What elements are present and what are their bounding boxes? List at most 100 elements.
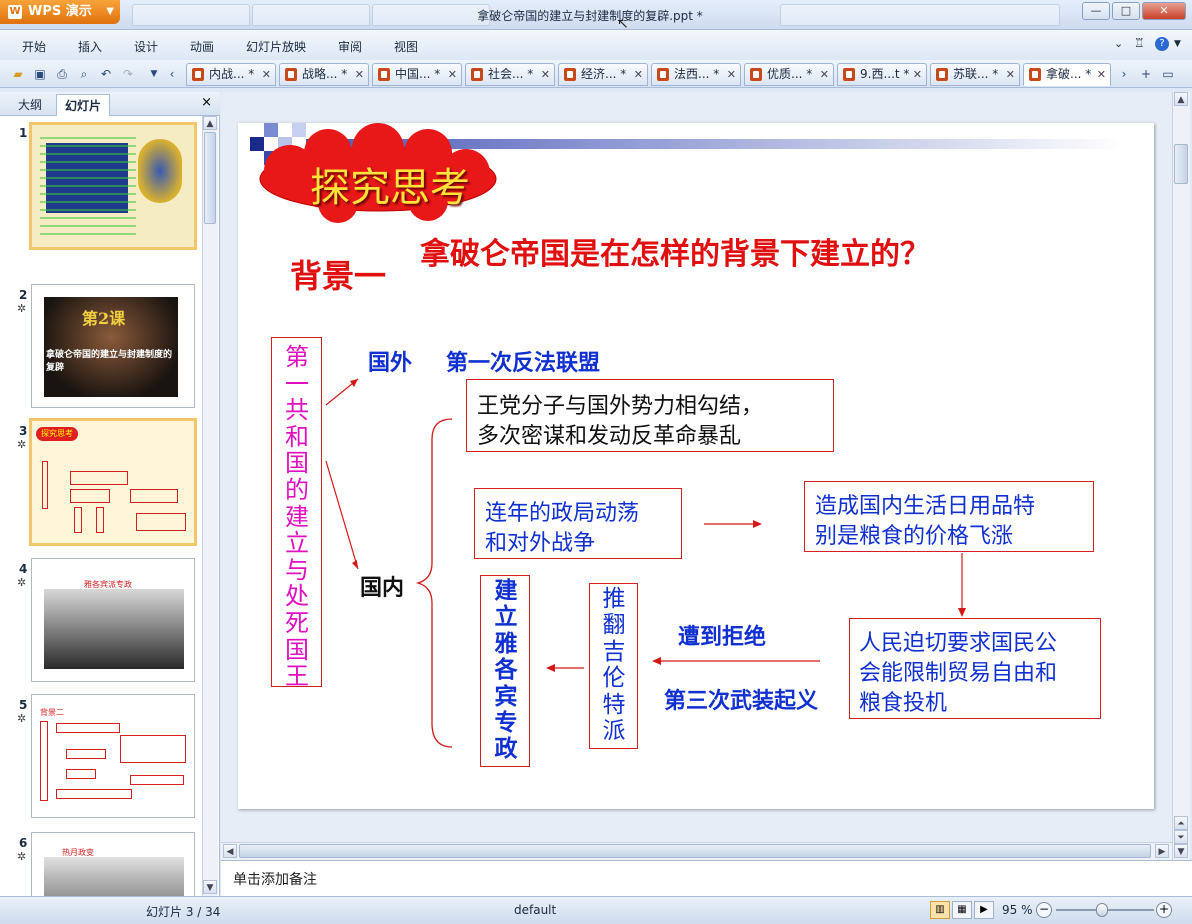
slide-thumbnail-1[interactable] (29, 122, 197, 250)
doc-tab[interactable]: 内战... * ✕ (186, 63, 276, 86)
redo-icon[interactable]: ↷ (120, 66, 136, 82)
print-icon[interactable]: ⎙ (54, 66, 70, 82)
menu-animation[interactable]: 动画 (190, 38, 214, 55)
banner-title: 探究思考 (310, 165, 470, 211)
slide-thumbnail-3[interactable]: 探究思考 (29, 418, 197, 546)
next-slide-icon[interactable]: ⏷ (1174, 830, 1188, 844)
republic-box: 第一共和国的建立与处死国王 (271, 337, 322, 689)
close-tab-icon[interactable]: ✕ (913, 64, 922, 85)
box-text: 推翻吉伦特派 (602, 586, 626, 745)
doc-tab[interactable]: 经济... * ✕ (558, 63, 648, 86)
scroll-thumb[interactable] (239, 844, 1151, 858)
thumb-number: 4 (19, 562, 28, 576)
close-window-button[interactable]: ✕ (1142, 2, 1186, 20)
maximize-button[interactable]: □ (1112, 2, 1140, 20)
doc-tab-active[interactable]: 拿破... * ✕ (1023, 63, 1111, 86)
close-tab-icon[interactable]: ✕ (448, 64, 457, 85)
thumb-number: 5 (19, 698, 28, 712)
doc-tab[interactable]: 9.西...t * ✕ (837, 63, 927, 86)
notes-pane[interactable]: 单击添加备注 (221, 860, 1192, 896)
menu-insert[interactable]: 插入 (78, 38, 102, 55)
skin-icon[interactable]: ♖ (1134, 36, 1145, 50)
emblem-image (138, 139, 182, 203)
menu-design[interactable]: 设计 (134, 38, 158, 55)
notes-placeholder[interactable]: 单击添加备注 (233, 869, 317, 889)
slide-counter: 幻灯片 3 / 34 (146, 905, 221, 919)
close-tab-icon[interactable]: ✕ (820, 64, 829, 85)
tabs-scroll-left-icon[interactable]: ‹ (164, 66, 180, 82)
minimize-button[interactable]: — (1082, 2, 1110, 20)
menu-view[interactable]: 视图 (394, 38, 418, 55)
close-tab-icon[interactable]: ✕ (1006, 64, 1015, 85)
thumb-subtitle: 拿破仑帝国的建立与封建制度的复辟 (46, 350, 173, 373)
box-text: 别是粮食的价格飞涨 (815, 524, 1014, 549)
close-tab-icon[interactable]: ✕ (634, 64, 643, 85)
doc-tab[interactable]: 战略... * ✕ (279, 63, 369, 86)
wps-app-menu-button[interactable]: W WPS 演示 ▼ (0, 0, 120, 24)
doc-tab[interactable]: 法西... * ✕ (651, 63, 741, 86)
close-tab-icon[interactable]: ✕ (727, 64, 736, 85)
help-dropdown-icon[interactable]: ▼ (1174, 39, 1181, 49)
slideshow-icon[interactable]: ▶ (974, 901, 994, 919)
thumb-box (96, 507, 104, 533)
scroll-right-icon[interactable]: ▶ (1155, 844, 1169, 858)
thumb-number: 2 (19, 288, 28, 302)
print-preview-icon[interactable]: ⌕ (76, 66, 92, 82)
thumb-box (42, 461, 48, 509)
scroll-thumb[interactable] (204, 132, 216, 224)
scroll-up-icon[interactable]: ▲ (203, 116, 217, 130)
doc-tab[interactable]: 苏联... * ✕ (930, 63, 1020, 86)
open-folder-icon[interactable]: ▰ (10, 66, 26, 82)
wps-logo-icon: W (8, 4, 22, 19)
canvas-horizontal-scrollbar[interactable]: ◀ ▶ (221, 842, 1172, 860)
scroll-thumb[interactable] (1174, 144, 1188, 184)
zoom-in-icon[interactable]: + (1156, 902, 1172, 918)
close-panel-icon[interactable]: × (201, 95, 212, 110)
collapse-ribbon-icon[interactable]: ⌄ (1114, 37, 1123, 50)
close-tab-icon[interactable]: ✕ (541, 64, 550, 85)
slide-thumbnail-2[interactable]: 第2课 拿破仑帝国的建立与封建制度的复辟 (31, 284, 195, 408)
tabs-scroll-right-icon[interactable]: › (1116, 66, 1132, 82)
save-icon[interactable]: ▣ (32, 66, 48, 82)
scroll-down-icon[interactable]: ▼ (1174, 844, 1188, 858)
undo-icon[interactable]: ↶ (98, 66, 114, 82)
slide-thumbnail-6[interactable]: 热月政变 (31, 832, 195, 896)
slide-thumbnail-4[interactable]: 雅各宾派专政 (31, 558, 195, 682)
doc-tab-label: 内战... * (209, 67, 255, 81)
thumb-title: 探究思考 (36, 427, 78, 441)
doc-tab[interactable]: 中国... * ✕ (372, 63, 462, 86)
menu-review[interactable]: 审阅 (338, 38, 362, 55)
tab-outline[interactable]: 大纲 (10, 94, 50, 116)
animation-star-icon: ✲ (17, 712, 27, 725)
close-tab-icon[interactable]: ✕ (355, 64, 364, 85)
close-tab-icon[interactable]: ✕ (262, 64, 271, 85)
doc-tab[interactable]: 优质... * ✕ (744, 63, 834, 86)
close-tab-icon[interactable]: ✕ (1097, 64, 1106, 85)
scroll-left-icon[interactable]: ◀ (223, 844, 237, 858)
slide-thumbnail-5[interactable]: 背景二 (31, 694, 195, 818)
ppt-file-icon (657, 68, 669, 81)
scroll-up-icon[interactable]: ▲ (1174, 92, 1188, 106)
help-icon[interactable]: ? (1155, 37, 1169, 51)
theme-name: default (514, 903, 557, 917)
doc-tab[interactable]: 社会... * ✕ (465, 63, 555, 86)
customize-toolbar-icon[interactable]: ▼ (146, 66, 162, 82)
tab-list-icon[interactable]: ▭ (1160, 66, 1176, 82)
doc-tab-label: 苏联... * (953, 67, 999, 81)
slide-3[interactable]: 探究思考 背景一 拿破仑帝国是在怎样的背景下建立的？ 第一共和国的建立与处死国王… (238, 123, 1154, 809)
canvas-vertical-scrollbar[interactable]: ▲ ⏶ ⏷ ▼ (1172, 92, 1190, 860)
new-tab-icon[interactable]: + (1138, 66, 1154, 82)
thumb-box (74, 507, 82, 533)
thumb-number: 6 (19, 836, 28, 850)
tab-slides[interactable]: 幻灯片 (56, 94, 111, 116)
slide-sorter-icon[interactable]: ▦ (952, 901, 972, 919)
zoom-slider-handle[interactable] (1096, 903, 1108, 917)
scroll-down-icon[interactable]: ▼ (203, 880, 217, 894)
menu-slideshow[interactable]: 幻灯片放映 (246, 38, 306, 55)
menu-home[interactable]: 开始 (22, 38, 46, 55)
doc-tab-label: 中国... * (395, 67, 441, 81)
prev-slide-icon[interactable]: ⏶ (1174, 816, 1188, 830)
thumbnail-scrollbar[interactable]: ▲ ▼ (202, 116, 218, 896)
zoom-out-icon[interactable]: − (1036, 902, 1052, 918)
normal-view-icon[interactable]: ▥ (930, 901, 950, 919)
